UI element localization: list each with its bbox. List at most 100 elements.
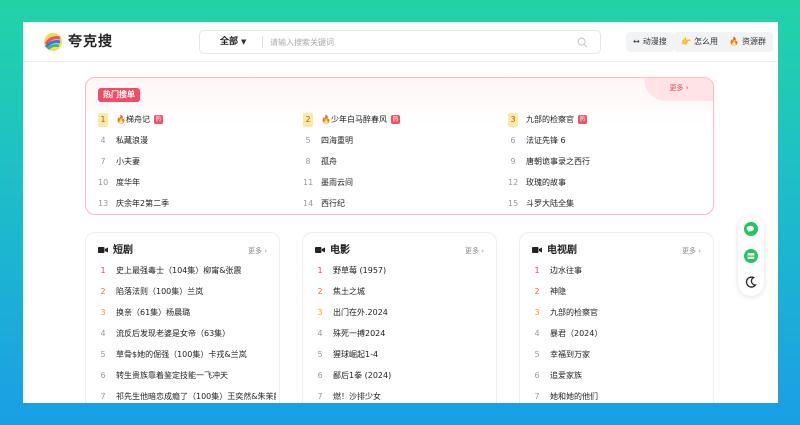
hot-item-title: 墨雨云间 bbox=[321, 178, 353, 187]
rank-number: 6 bbox=[534, 371, 540, 380]
hot-list-item[interactable]: 5 四海重明 bbox=[303, 134, 353, 148]
hot-item-title: 九部的检察官 bbox=[526, 115, 574, 124]
hot-list-item[interactable]: 7 小夫妻 bbox=[98, 155, 140, 169]
arrows-icon: ↔ bbox=[633, 37, 640, 46]
list-item[interactable]: 7 燃！沙排少女 bbox=[315, 390, 493, 403]
rank-number: 14 bbox=[303, 199, 314, 208]
hot-list-item[interactable]: 9 唐朝诡事录之西行 bbox=[508, 155, 590, 169]
tv-series-card: 电视剧 更多 › 1 边水往事 2 神隐 3 九部的检察官 4 暴君（2024） 5 幸福到万家 6… bbox=[519, 232, 714, 403]
rank-number: 4 bbox=[100, 136, 106, 145]
hot-list-item[interactable]: 1 🔥梯舟记热 bbox=[98, 113, 163, 127]
hot-list-item[interactable]: 12 玫瑰的故事 bbox=[508, 176, 566, 190]
fire-icon: 🔥 bbox=[116, 115, 126, 124]
video-camera-icon bbox=[98, 247, 108, 253]
rank-number: 4 bbox=[100, 329, 106, 338]
list-item-title: 换亲（61集）杨晨璐 bbox=[116, 308, 191, 317]
list-item[interactable]: 3 九部的检察官 bbox=[532, 306, 710, 320]
card-more-link[interactable]: 更多 › bbox=[465, 245, 484, 257]
rank-number: 3 bbox=[508, 113, 518, 127]
brand-logo-icon[interactable] bbox=[43, 32, 63, 52]
hot-tag-icon: 热 bbox=[390, 115, 400, 124]
hot-list-badge: 热门搜单 bbox=[98, 88, 140, 102]
hot-item-title: 法证先锋 6 bbox=[526, 136, 566, 145]
list-item[interactable]: 5 幸福到万家 bbox=[532, 348, 710, 362]
hot-list-item[interactable]: 10 度华年 bbox=[98, 176, 140, 190]
rank-number: 6 bbox=[100, 371, 106, 380]
search-input[interactable] bbox=[270, 33, 570, 51]
list-item[interactable]: 4 殊死一搏2024 bbox=[315, 327, 493, 341]
hot-list-item[interactable]: 3 九部的检察官热 bbox=[508, 113, 587, 127]
anime-search-label: 动漫搜 bbox=[642, 37, 667, 46]
wechat-icon[interactable] bbox=[744, 222, 758, 236]
hot-list-badge-label: 热门搜单 bbox=[103, 90, 135, 99]
list-item[interactable]: 6 转生贵族靠着鉴定技能一飞冲天 bbox=[98, 369, 276, 383]
list-item-title: 殊死一搏2024 bbox=[333, 329, 386, 338]
list-item[interactable]: 2 陷落法则（100集）兰岚 bbox=[98, 285, 276, 299]
video-camera-icon bbox=[532, 247, 542, 253]
search-box: 全部 ▼ bbox=[199, 30, 601, 54]
list-item[interactable]: 6 鄙后1拳 (2024) bbox=[315, 369, 493, 383]
rank-number: 8 bbox=[305, 157, 311, 166]
list-item-title: 焦土之城 bbox=[333, 287, 365, 296]
resource-group-button[interactable]: 🔥 资源群 bbox=[722, 32, 773, 52]
hot-item-title: 小夫妻 bbox=[116, 157, 140, 166]
card-more-link[interactable]: 更多 › bbox=[248, 245, 267, 257]
hot-list-item[interactable]: 15 斗罗大陆全集 bbox=[508, 197, 574, 211]
list-item-title: 燃！沙排少女 bbox=[333, 392, 381, 401]
list-item[interactable]: 7 祁先生他暗恋成瘾了（100集）王奕然&朱茉颜 bbox=[98, 390, 276, 403]
moon-icon[interactable] bbox=[744, 275, 758, 289]
list-item-title: 出门在外.2024 bbox=[333, 308, 388, 317]
list-item[interactable]: 4 流反后发现老婆是女帝（63集） bbox=[98, 327, 276, 341]
rank-number: 5 bbox=[317, 350, 323, 359]
list-item[interactable]: 2 神隐 bbox=[532, 285, 710, 299]
hot-item-title: 少年白马醉春风 bbox=[330, 115, 387, 124]
inbox-icon[interactable] bbox=[744, 249, 758, 263]
hot-list-item[interactable]: 11 墨雨云间 bbox=[303, 176, 353, 190]
rank-number: 7 bbox=[317, 392, 323, 401]
hot-more-link[interactable]: 更多 › bbox=[644, 78, 713, 101]
search-scope-select[interactable]: 全部 ▼ bbox=[220, 31, 246, 53]
hot-list-item[interactable]: 4 私藏浪漫 bbox=[98, 134, 148, 148]
hot-item-title: 梯舟记 bbox=[125, 115, 150, 124]
list-item[interactable]: 4 暴君（2024） bbox=[532, 327, 710, 341]
hot-list-item[interactable]: 8 孤舟 bbox=[303, 155, 337, 169]
list-item[interactable]: 7 她和她的他们 bbox=[532, 390, 710, 403]
hot-item-title: 孤舟 bbox=[321, 157, 337, 166]
list-item[interactable]: 1 边水往事 bbox=[532, 264, 710, 278]
list-item[interactable]: 1 史上最强毒士（104集）柳甯&张震 bbox=[98, 264, 276, 278]
hot-list-item[interactable]: 13 庆余年2第二季 bbox=[98, 197, 169, 211]
hot-tag-icon: 热 bbox=[578, 115, 587, 124]
rank-number: 2 bbox=[534, 287, 540, 296]
list-item-title: 流反后发现老婆是女帝（63集） bbox=[116, 329, 231, 338]
card-title-label: 电视剧 bbox=[547, 245, 577, 256]
card-more-link[interactable]: 更多 › bbox=[682, 245, 701, 257]
rank-number: 13 bbox=[98, 199, 109, 208]
app-window: 夸克搜 全部▼ ↔动漫搜 👉怎么用 🔥资源群 热门搜单 更多 › 1🔥梯舟记热 2… bbox=[23, 22, 778, 403]
hot-list-item[interactable]: 14 西行纪 bbox=[303, 197, 345, 211]
list-item-title: 边水往事 bbox=[550, 266, 582, 275]
list-item[interactable]: 2 焦土之城 bbox=[315, 285, 493, 299]
top-header: 夸克搜 全部▼ ↔动漫搜 👉怎么用 🔥资源群 bbox=[23, 22, 778, 62]
search-icon[interactable] bbox=[577, 37, 588, 48]
rank-number: 4 bbox=[534, 329, 540, 338]
rank-number: 5 bbox=[305, 136, 311, 145]
hot-item-title: 庆余年2第二季 bbox=[116, 199, 170, 208]
card-title-label: 短剧 bbox=[113, 245, 133, 256]
how-to-use-button[interactable]: 👉 怎么用 bbox=[674, 32, 725, 52]
hot-item-title: 玫瑰的故事 bbox=[526, 178, 566, 187]
list-item[interactable]: 6 追爱家族 bbox=[532, 369, 710, 383]
list-item-title: 猩球崛起1-4 bbox=[333, 350, 379, 359]
list-item[interactable]: 3 出门在外.2024 bbox=[315, 306, 493, 320]
brand-name[interactable]: 夸克搜 bbox=[68, 32, 113, 52]
list-item[interactable]: 5 猩球崛起1-4 bbox=[315, 348, 493, 362]
hot-list-item[interactable]: 6 法证先锋 6 bbox=[508, 134, 566, 148]
hot-list-item[interactable]: 2 🔥少年白马醉春风热 bbox=[303, 113, 400, 127]
anime-search-button[interactable]: ↔ 动漫搜 bbox=[626, 32, 674, 52]
list-item[interactable]: 3 换亲（61集）杨晨璐 bbox=[98, 306, 276, 320]
rank-number: 6 bbox=[317, 371, 323, 380]
list-item-title: 祁先生他暗恋成瘾了（100集）王奕然&朱茉颜 bbox=[116, 392, 276, 401]
card-title: 电影 bbox=[315, 244, 350, 258]
list-item[interactable]: 5 草骨$她的倔强（100集）卡戎&兰岚 bbox=[98, 348, 276, 362]
search-scope-label: 全部 bbox=[220, 37, 239, 47]
list-item[interactable]: 1 野草莓 (1957) bbox=[315, 264, 493, 278]
